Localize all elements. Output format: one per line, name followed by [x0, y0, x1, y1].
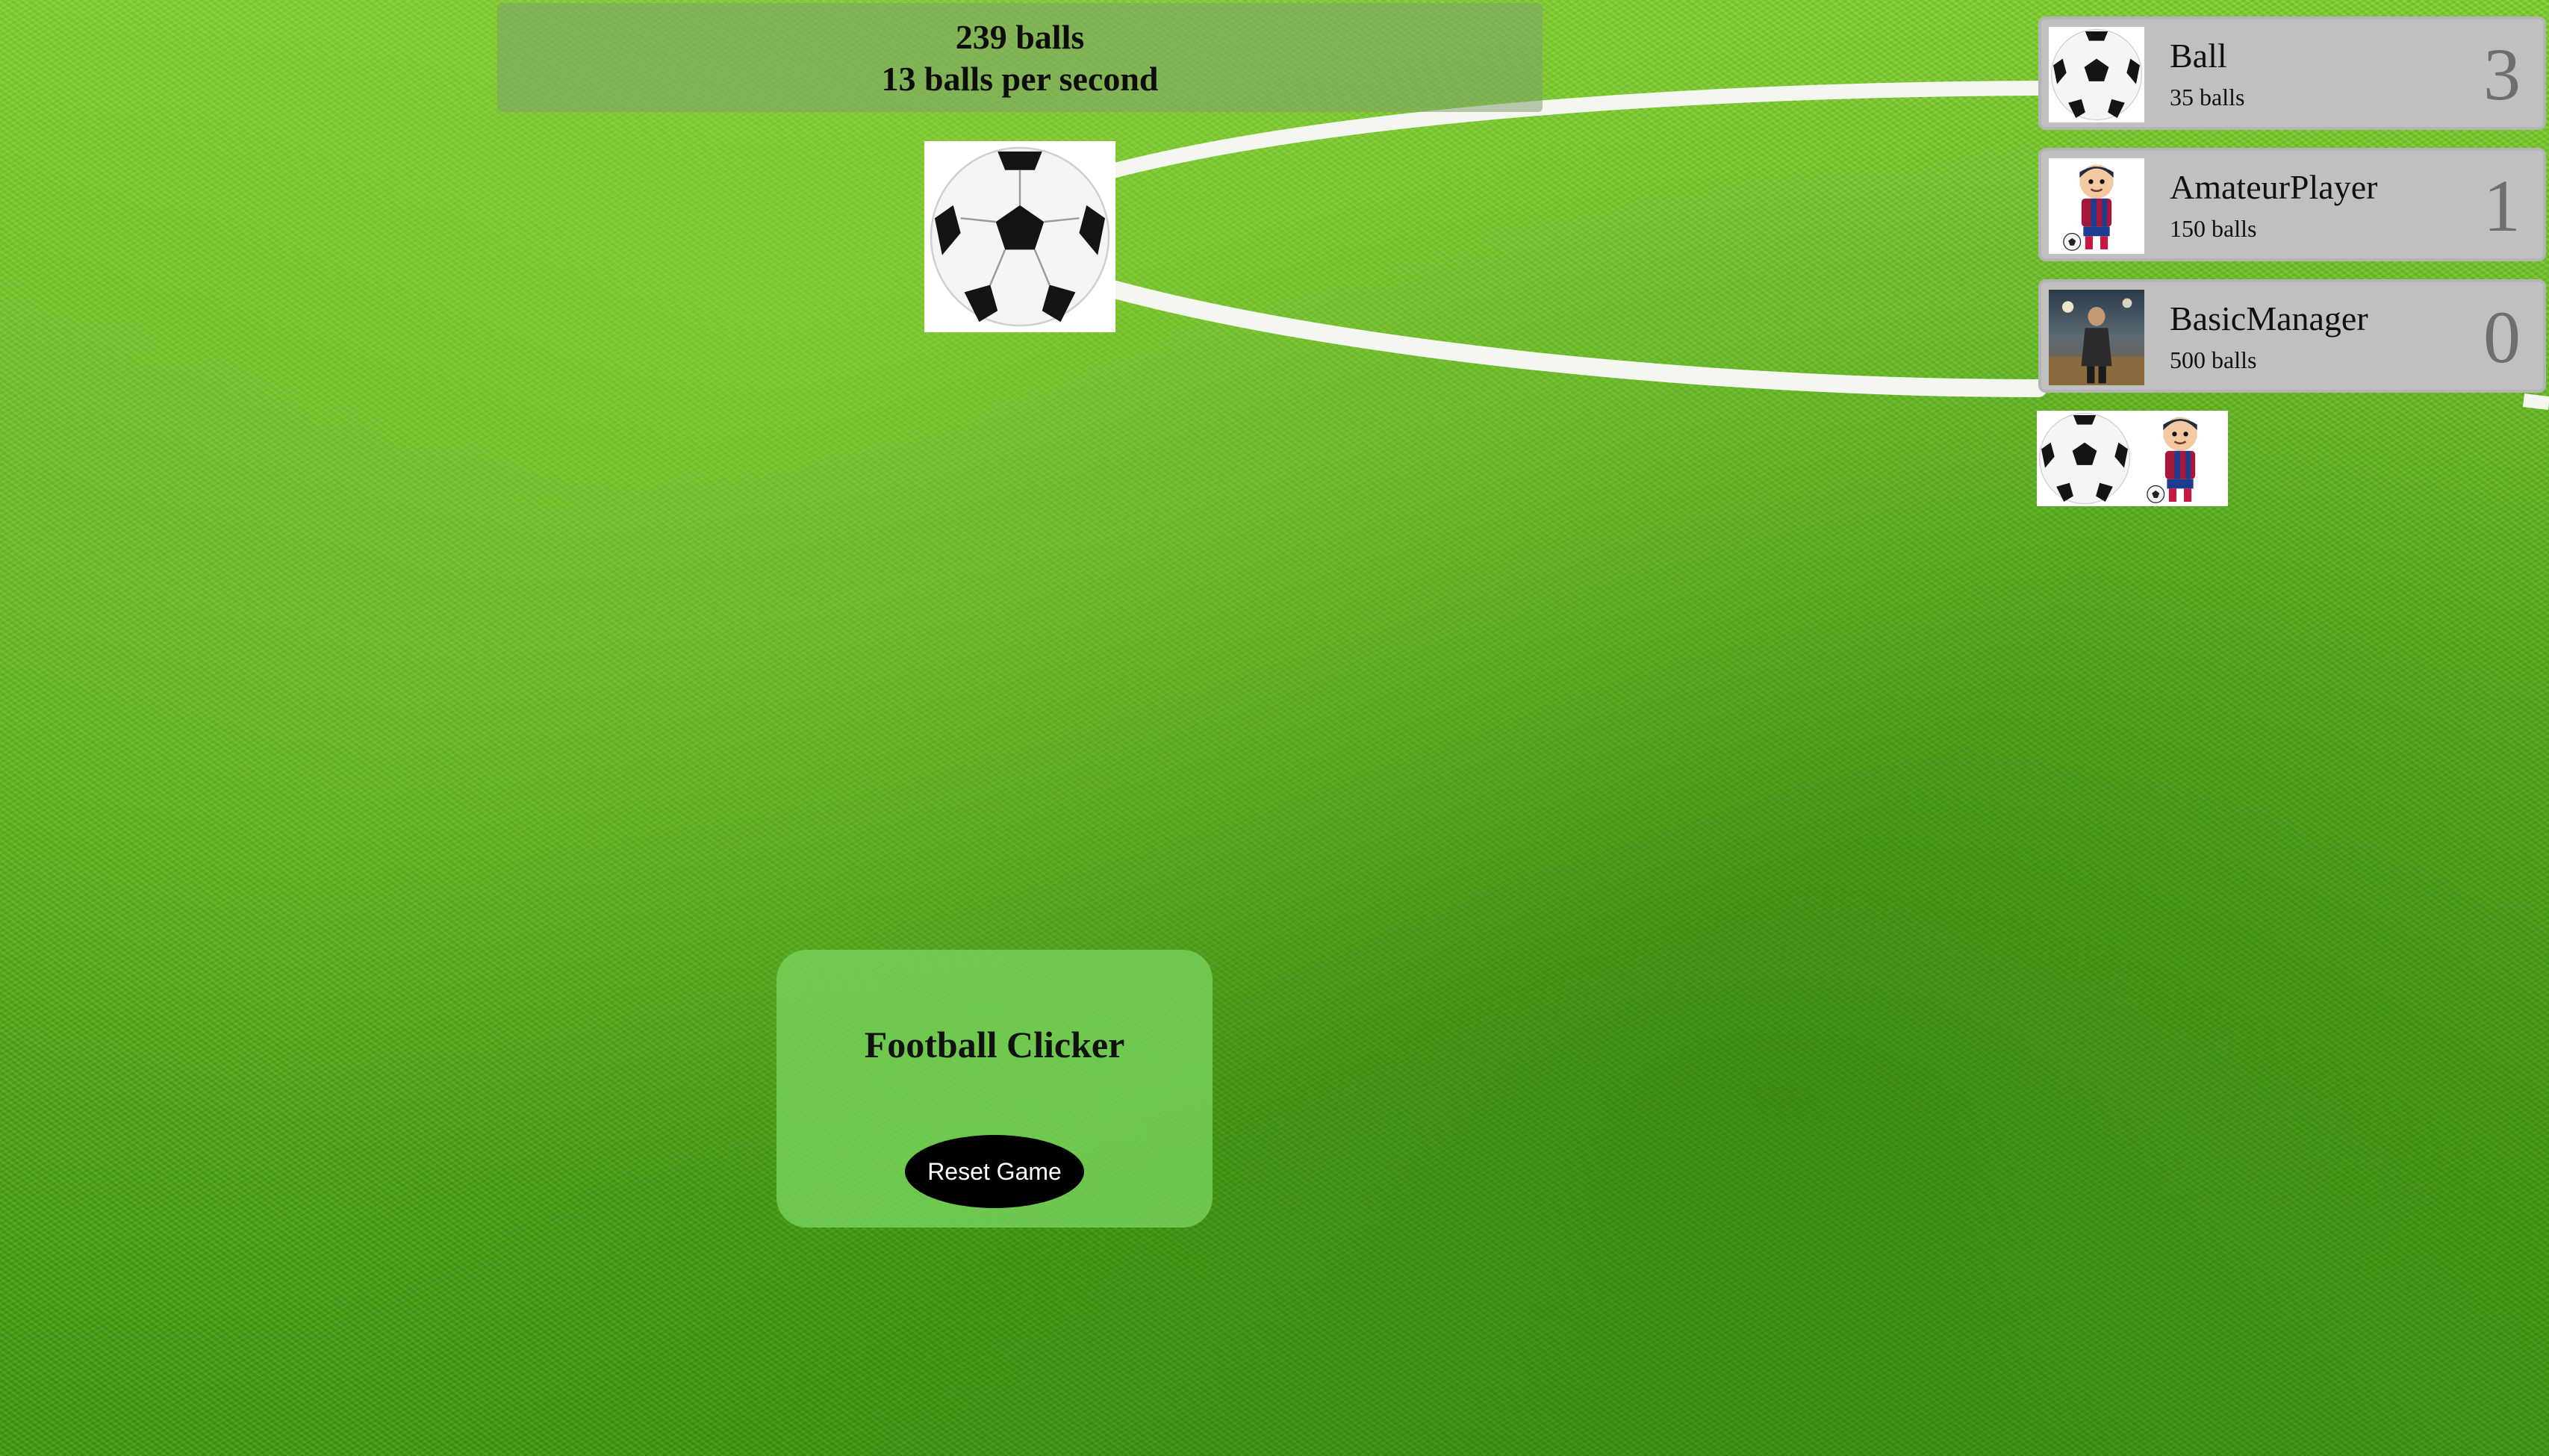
upgrade-ball[interactable]: Ball 35 balls 3 [2038, 16, 2546, 130]
ball-counter-panel: 239 balls 13 balls per second [497, 3, 1543, 112]
soccer-ball-icon [2050, 28, 2143, 121]
upgrade-amateur-player-thumb [2049, 158, 2144, 254]
owned-items-row [2037, 411, 2228, 506]
upgrade-basic-manager-thumb [2049, 290, 2144, 385]
cartoon-player-icon [2133, 411, 2227, 505]
soccer-ball-icon [930, 146, 1110, 327]
upgrade-owned-count: 3 [2483, 33, 2521, 116]
upgrade-cost: 35 balls [2170, 84, 2245, 111]
main-ball-clicker[interactable] [924, 141, 1115, 332]
upgrade-owned-count: 1 [2483, 164, 2521, 247]
game-title: Football Clicker [864, 1024, 1125, 1065]
owned-item [2037, 411, 2132, 506]
upgrade-basic-manager[interactable]: BasicManager 500 balls 0 [2038, 279, 2546, 393]
game-title-card: Football Clicker Reset Game [776, 950, 1213, 1228]
ball-count: 239 balls [955, 18, 1085, 56]
soccer-ball-icon [2038, 412, 2131, 505]
balls-per-second: 13 balls per second [881, 60, 1159, 98]
upgrade-name: BasicManager [2170, 299, 2368, 337]
owned-item [2132, 411, 2228, 506]
upgrade-name: Ball [2170, 37, 2227, 75]
upgrade-ball-thumb [2049, 27, 2144, 122]
upgrade-amateur-player[interactable]: AmateurPlayer 150 balls 1 [2038, 148, 2546, 261]
reset-game-button[interactable]: Reset Game [905, 1135, 1084, 1208]
upgrade-cost: 500 balls [2170, 346, 2257, 373]
manager-photo-icon [2049, 290, 2144, 385]
upgrade-owned-count: 0 [2483, 296, 2521, 379]
cartoon-player-icon [2050, 159, 2144, 253]
upgrade-cost: 150 balls [2170, 215, 2257, 242]
upgrade-name: AmateurPlayer [2170, 168, 2378, 206]
